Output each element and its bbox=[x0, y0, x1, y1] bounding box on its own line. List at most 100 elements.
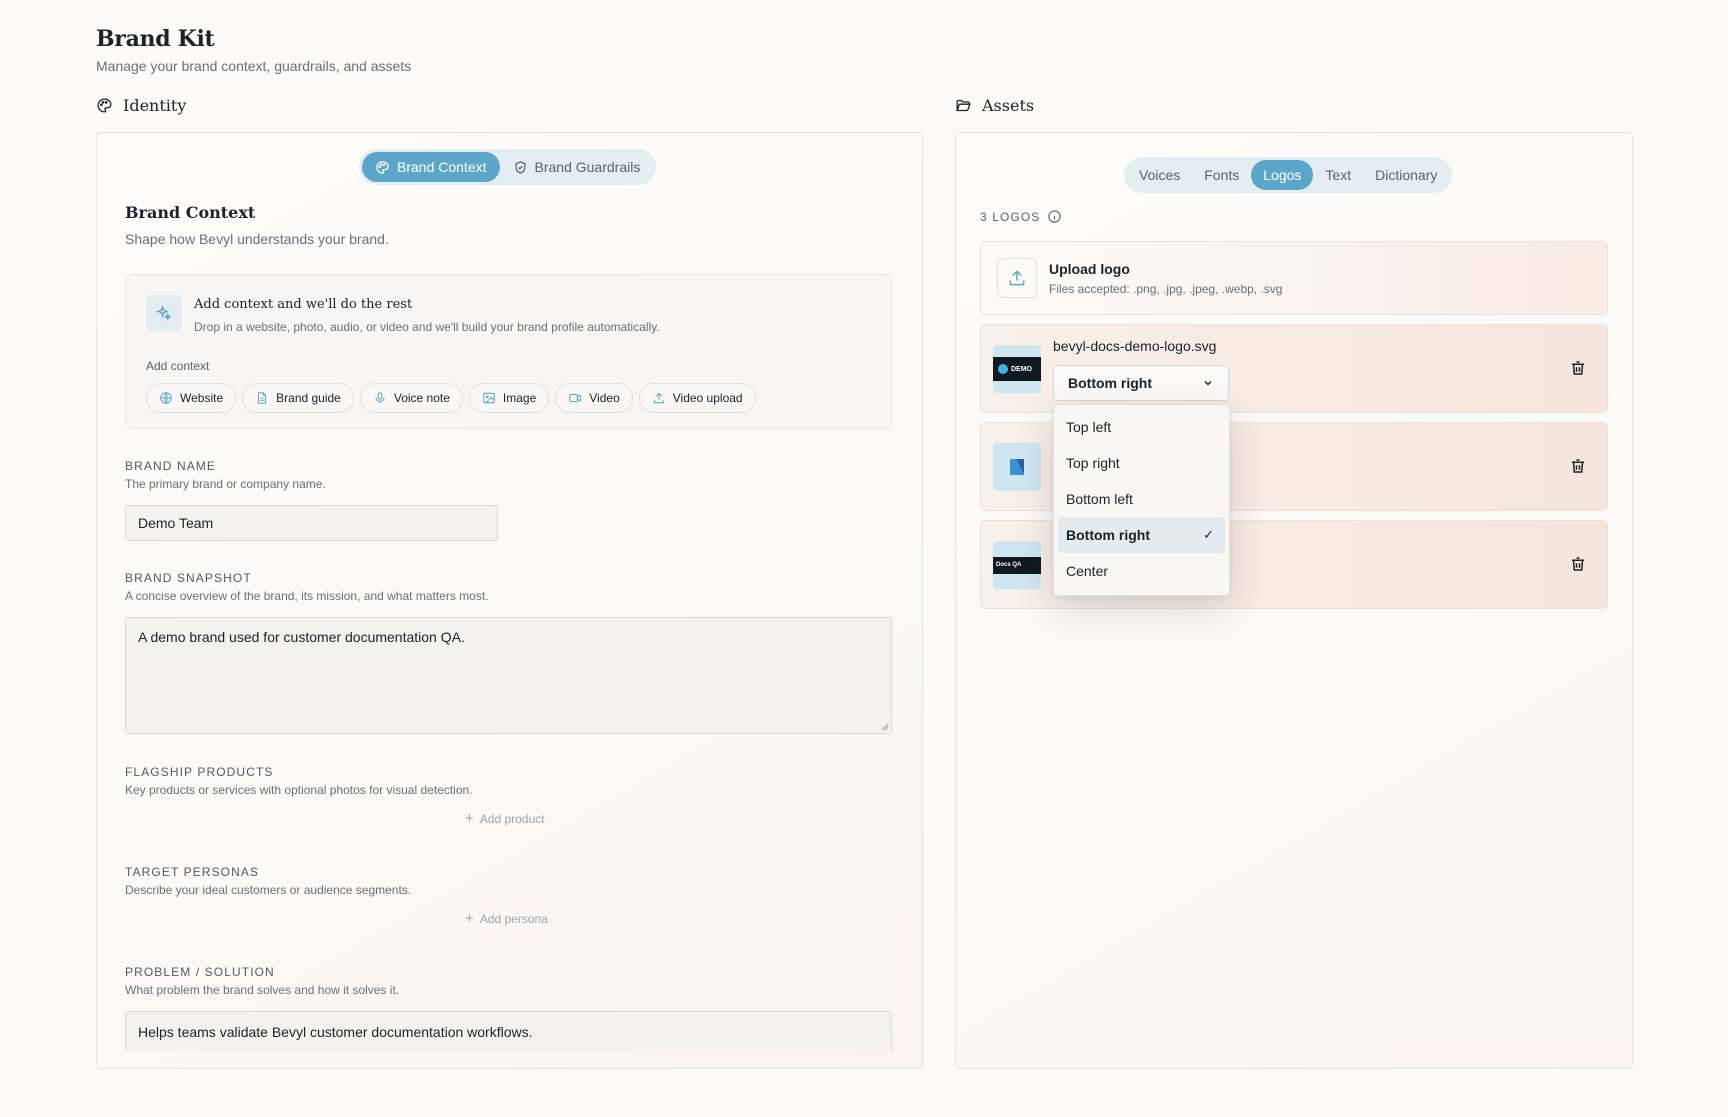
upload-logo-title: Upload logo bbox=[1049, 261, 1130, 277]
assets-heading-label: Assets bbox=[982, 96, 1035, 115]
logo-position-value: Bottom right bbox=[1068, 375, 1152, 391]
flagship-products-label: FLAGSHIP PRODUCTS bbox=[125, 765, 274, 779]
option-label: Top right bbox=[1066, 455, 1120, 471]
option-top-right[interactable]: Top right bbox=[1058, 445, 1225, 481]
add-persona-button[interactable]: + Add persona bbox=[465, 911, 548, 926]
trash-icon[interactable] bbox=[1569, 555, 1587, 573]
brand-snapshot-textarea[interactable]: A demo brand used for customer documenta… bbox=[125, 617, 892, 734]
video-chip[interactable]: Video bbox=[555, 383, 633, 413]
image-chip-label: Image bbox=[502, 391, 537, 405]
image-chip[interactable]: Image bbox=[468, 383, 550, 413]
option-bottom-right[interactable]: Bottom right ✓ bbox=[1058, 517, 1225, 553]
upload-logo-card[interactable]: Upload logo Files accepted: .png, .jpg, … bbox=[980, 241, 1608, 315]
option-label: Bottom left bbox=[1066, 491, 1133, 507]
website-chip[interactable]: Website bbox=[146, 383, 237, 413]
option-label: Center bbox=[1066, 563, 1109, 579]
brand-snapshot-value: A demo brand used for customer documenta… bbox=[138, 629, 465, 645]
tab-brand-context[interactable]: Brand Context bbox=[362, 152, 500, 182]
logo-filename: bevyl-docs-demo-logo.svg bbox=[1053, 338, 1217, 354]
context-source-chips: Website Brand guide Voice note Image Vid… bbox=[146, 383, 756, 413]
add-context-title: Add context and we'll do the rest bbox=[194, 297, 413, 312]
problem-solution-help: What problem the brand solves and how it… bbox=[125, 983, 400, 997]
upload-logo-subtitle: Files accepted: .png, .jpg, .jpeg, .webp… bbox=[1049, 282, 1283, 296]
brand-name-help: The primary brand or company name. bbox=[125, 477, 326, 491]
add-persona-label: Add persona bbox=[479, 911, 548, 926]
brand-name-input[interactable]: Demo Team bbox=[125, 505, 498, 541]
add-product-button[interactable]: + Add product bbox=[465, 811, 544, 826]
brand-snapshot-label: BRAND SNAPSHOT bbox=[125, 571, 252, 585]
plus-icon: + bbox=[465, 810, 474, 827]
document-icon bbox=[258, 392, 267, 404]
chevron-down-icon bbox=[1204, 380, 1212, 386]
tab-text[interactable]: Text bbox=[1313, 160, 1363, 190]
add-context-description: Drop in a website, photo, audio, or vide… bbox=[194, 320, 660, 334]
page-subtitle: Manage your brand context, guardrails, a… bbox=[96, 58, 412, 74]
tab-logos[interactable]: Logos bbox=[1251, 160, 1314, 190]
palette-icon bbox=[376, 160, 389, 174]
logo-row: DEMO bevyl-docs-demo-logo.svg Bottom rig… bbox=[980, 324, 1608, 413]
info-icon[interactable] bbox=[1047, 209, 1062, 224]
logo-thumbnail-text: DEMO bbox=[1011, 365, 1032, 373]
plus-icon: + bbox=[465, 910, 474, 927]
option-top-left[interactable]: Top left bbox=[1058, 409, 1225, 445]
logo-thumbnail: Docs QA bbox=[993, 541, 1041, 589]
logo-position-dropdown: Top left Top right Bottom left Bottom ri… bbox=[1053, 404, 1230, 596]
logo-thumbnail bbox=[993, 443, 1041, 491]
logos-count-label: 3 LOGOS bbox=[980, 209, 1041, 224]
problem-solution-textarea[interactable]: Helps teams validate Bevyl customer docu… bbox=[125, 1011, 892, 1051]
video-upload-chip[interactable]: Video upload bbox=[638, 383, 756, 413]
asset-tabs: Voices Fonts Logos Text Dictionary bbox=[1124, 157, 1453, 193]
target-personas-label: TARGET PERSONAS bbox=[125, 865, 260, 879]
trash-icon[interactable] bbox=[1569, 359, 1587, 377]
video-icon bbox=[569, 393, 582, 403]
upload-icon bbox=[997, 258, 1037, 298]
logos-count: 3 LOGOS bbox=[980, 209, 1062, 224]
brand-guide-chip[interactable]: Brand guide bbox=[242, 383, 354, 413]
option-bottom-left[interactable]: Bottom left bbox=[1058, 481, 1225, 517]
tab-brand-guardrails[interactable]: Brand Guardrails bbox=[500, 152, 654, 182]
shield-check-icon bbox=[515, 160, 525, 174]
identity-heading-label: Identity bbox=[123, 96, 187, 115]
option-label: Top left bbox=[1066, 419, 1112, 435]
video-chip-label: Video bbox=[589, 391, 620, 405]
voice-note-chip-label: Voice note bbox=[393, 391, 450, 405]
add-product-label: Add product bbox=[479, 811, 545, 826]
upload-icon bbox=[653, 392, 664, 404]
tab-dictionary[interactable]: Dictionary bbox=[1363, 160, 1449, 190]
add-context-card: Add context and we'll do the rest Drop i… bbox=[125, 274, 892, 429]
brand-guide-chip-label: Brand guide bbox=[276, 391, 341, 405]
tab-voices[interactable]: Voices bbox=[1127, 160, 1192, 190]
identity-tabs: Brand Context Brand Guardrails bbox=[359, 149, 657, 185]
problem-solution-label: PROBLEM / SOLUTION bbox=[125, 965, 275, 979]
page-title: Brand Kit bbox=[96, 26, 215, 52]
check-icon: ✓ bbox=[1203, 527, 1214, 542]
logo-position-select[interactable]: Bottom right bbox=[1053, 365, 1229, 401]
logo-thumbnail: DEMO bbox=[993, 345, 1041, 393]
brand-context-title: Brand Context bbox=[125, 203, 256, 222]
video-upload-chip-label: Video upload bbox=[672, 391, 743, 405]
option-center[interactable]: Center bbox=[1058, 553, 1225, 589]
brand-context-subtitle: Shape how Bevyl understands your brand. bbox=[125, 231, 389, 247]
website-chip-label: Website bbox=[180, 391, 224, 405]
folder-open-icon bbox=[956, 99, 971, 112]
palette-icon bbox=[97, 98, 112, 113]
assets-panel: Voices Fonts Logos Text Dictionary 3 LOG… bbox=[955, 132, 1633, 1069]
tab-brand-context-label: Brand Context bbox=[397, 159, 487, 175]
logo-thumbnail-text: Docs QA bbox=[993, 557, 1041, 574]
identity-heading: Identity bbox=[96, 96, 186, 115]
voice-note-chip[interactable]: Voice note bbox=[359, 383, 463, 413]
globe-icon bbox=[160, 392, 172, 404]
trash-icon[interactable] bbox=[1569, 457, 1587, 475]
tab-fonts[interactable]: Fonts bbox=[1192, 160, 1251, 190]
tab-brand-guardrails-label: Brand Guardrails bbox=[534, 159, 641, 175]
target-personas-help: Describe your ideal customers or audienc… bbox=[125, 883, 412, 897]
resize-grip-icon[interactable] bbox=[881, 723, 889, 731]
brand-snapshot-help: A concise overview of the brand, its mis… bbox=[125, 589, 489, 603]
brand-name-label: BRAND NAME bbox=[125, 459, 217, 473]
sparkles-icon bbox=[146, 295, 182, 331]
flagship-products-help: Key products or services with optional p… bbox=[125, 783, 473, 797]
option-label: Bottom right bbox=[1066, 527, 1150, 543]
microphone-icon bbox=[375, 392, 385, 404]
add-context-label: Add context bbox=[146, 359, 210, 373]
assets-heading: Assets bbox=[955, 96, 1034, 115]
